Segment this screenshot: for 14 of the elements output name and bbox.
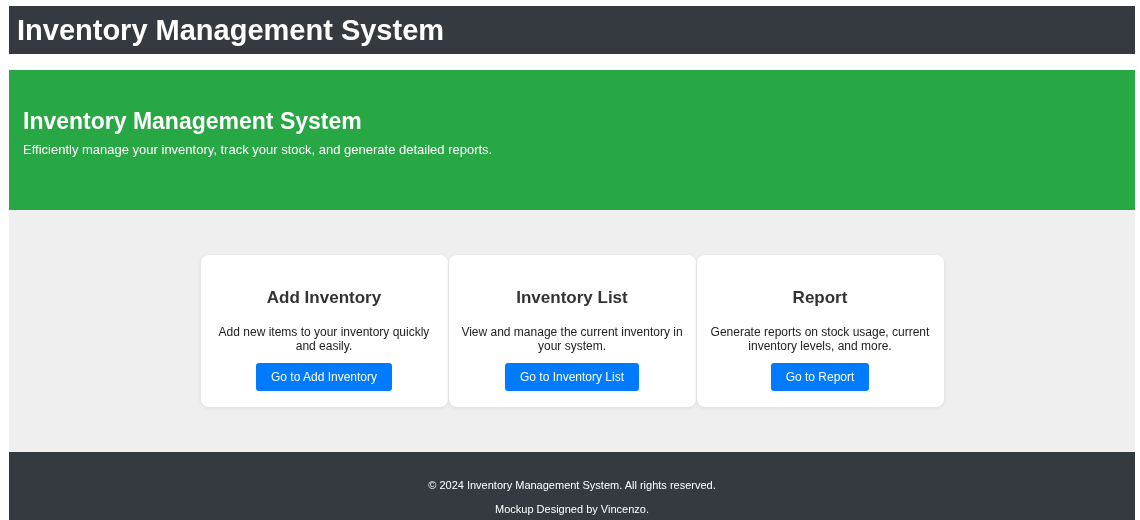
card-link-button[interactable]: Go to Report xyxy=(770,363,870,391)
card-title: Add Inventory xyxy=(266,288,382,308)
card-description: Add new items to your inventory quickly and easily. xyxy=(217,325,431,353)
app-title: Inventory Management System xyxy=(17,13,445,47)
copyright-text: © 2024 Inventory Management System. All rights reserved. xyxy=(428,479,716,491)
card-title: Inventory List xyxy=(516,288,628,308)
card-link-button[interactable]: Go to Add Inventory xyxy=(255,363,393,391)
hero-title: Inventory Management System xyxy=(23,108,363,135)
card-description: View and manage the current inventory in your system. xyxy=(460,325,684,353)
card-title: Report xyxy=(792,288,848,308)
hero-subtitle: Efficiently manage your inventory, track your stock, and generate detailed reports. xyxy=(23,142,494,157)
card-link-button[interactable]: Go to Inventory List xyxy=(504,363,640,391)
card-description: Generate reports on stock usage, current inventory levels, and more. xyxy=(709,325,931,353)
credit-text: Mockup Designed by Vincenzo. xyxy=(495,503,649,515)
